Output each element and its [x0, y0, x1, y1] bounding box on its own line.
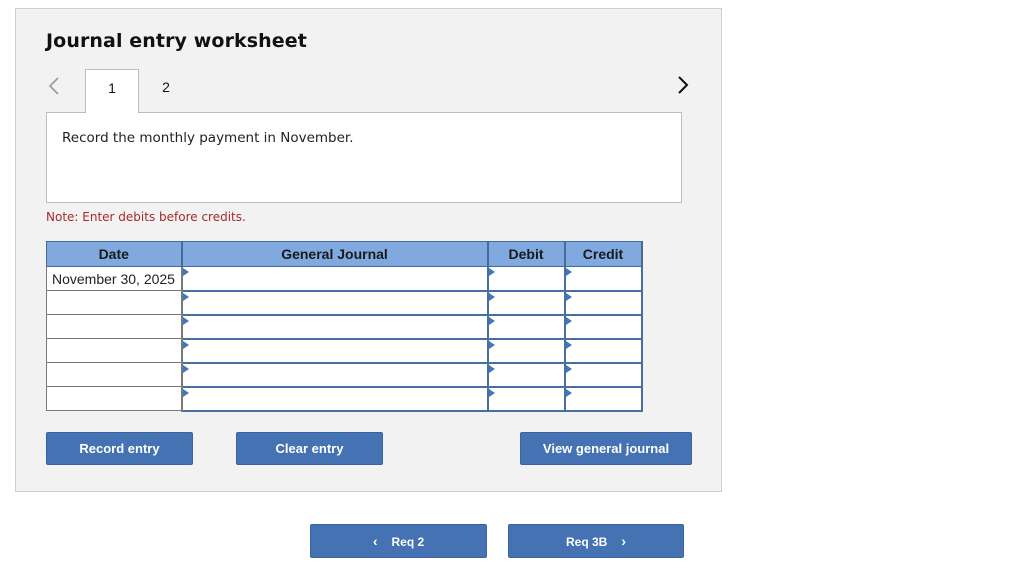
credit-cell [563, 362, 643, 388]
debits-before-credits-note: Note: Enter debits before credits. [46, 210, 246, 224]
credit-cell [563, 338, 643, 364]
date-cell [46, 338, 183, 363]
credit-cell [563, 386, 643, 412]
credit-column-header: Credit [564, 241, 643, 267]
date-cell [46, 314, 183, 339]
previous-requirement-label: Req 2 [391, 535, 425, 549]
instruction-box: Record the monthly payment in November. [46, 112, 682, 203]
table-row [46, 314, 643, 340]
date-cell [46, 290, 183, 315]
next-requirement-label: Req 3B [565, 535, 608, 549]
previous-tab-chevron-icon[interactable] [47, 75, 65, 97]
chevron-right-icon: › [621, 533, 626, 549]
debit-input[interactable] [488, 267, 564, 290]
tab-1[interactable]: 1 [85, 69, 139, 113]
date-column-header: Date [46, 241, 183, 267]
table-row [46, 338, 643, 364]
clear-entry-button[interactable]: Clear entry [236, 432, 383, 465]
chevron-left-icon: ‹ [372, 533, 378, 549]
tab-2-label: 2 [162, 79, 170, 95]
worksheet-title: Journal entry worksheet [46, 30, 307, 52]
account-input[interactable] [182, 315, 487, 338]
journal-entry-table: Date General Journal Debit Credit Novemb… [46, 241, 643, 412]
account-cell [180, 338, 489, 364]
account-cell [180, 386, 489, 412]
record-entry-button[interactable]: Record entry [46, 432, 193, 465]
account-cell [180, 362, 489, 388]
table-header-row: Date General Journal Debit Credit [46, 241, 643, 267]
next-tab-chevron-icon[interactable] [676, 74, 694, 96]
table-row: November 30, 2025 [46, 266, 643, 292]
debit-input[interactable] [488, 291, 564, 314]
credit-cell [563, 314, 643, 340]
table-row [46, 386, 643, 412]
account-cell [180, 290, 489, 316]
credit-input[interactable] [565, 315, 641, 338]
next-requirement-button[interactable]: Req 3B › [508, 524, 684, 558]
account-input[interactable] [182, 363, 487, 386]
previous-requirement-button[interactable]: ‹ Req 2 [310, 524, 487, 558]
account-cell [180, 266, 489, 292]
date-cell [46, 362, 183, 387]
credit-cell [563, 266, 643, 292]
credit-input[interactable] [565, 339, 641, 362]
credit-input[interactable] [565, 387, 641, 410]
tab-2[interactable]: 2 [139, 69, 193, 113]
view-general-journal-button[interactable]: View general journal [520, 432, 692, 465]
credit-input[interactable] [565, 363, 641, 386]
debit-column-header: Debit [487, 241, 566, 267]
debit-cell [486, 314, 566, 340]
account-input[interactable] [182, 267, 487, 290]
table-row [46, 290, 643, 316]
table-row [46, 362, 643, 388]
journal-entry-worksheet-panel: Journal entry worksheet 1 2 Record the m… [15, 8, 722, 492]
debit-input[interactable] [488, 339, 564, 362]
debit-cell [486, 290, 566, 316]
debit-cell [486, 266, 566, 292]
debit-cell [486, 386, 566, 412]
debit-input[interactable] [488, 387, 564, 410]
date-cell [46, 386, 183, 411]
account-input[interactable] [182, 387, 487, 410]
debit-cell [486, 362, 566, 388]
credit-input[interactable] [565, 291, 641, 314]
debit-input[interactable] [488, 315, 564, 338]
credit-cell [563, 290, 643, 316]
account-input[interactable] [182, 339, 487, 362]
debit-cell [486, 338, 566, 364]
account-input[interactable] [182, 291, 487, 314]
tab-1-label: 1 [108, 80, 116, 96]
debit-input[interactable] [488, 363, 564, 386]
account-cell [180, 314, 489, 340]
instruction-text: Record the monthly payment in November. [62, 130, 354, 146]
credit-input[interactable] [565, 267, 641, 290]
date-cell: November 30, 2025 [46, 266, 183, 291]
general-journal-column-header: General Journal [181, 241, 489, 267]
